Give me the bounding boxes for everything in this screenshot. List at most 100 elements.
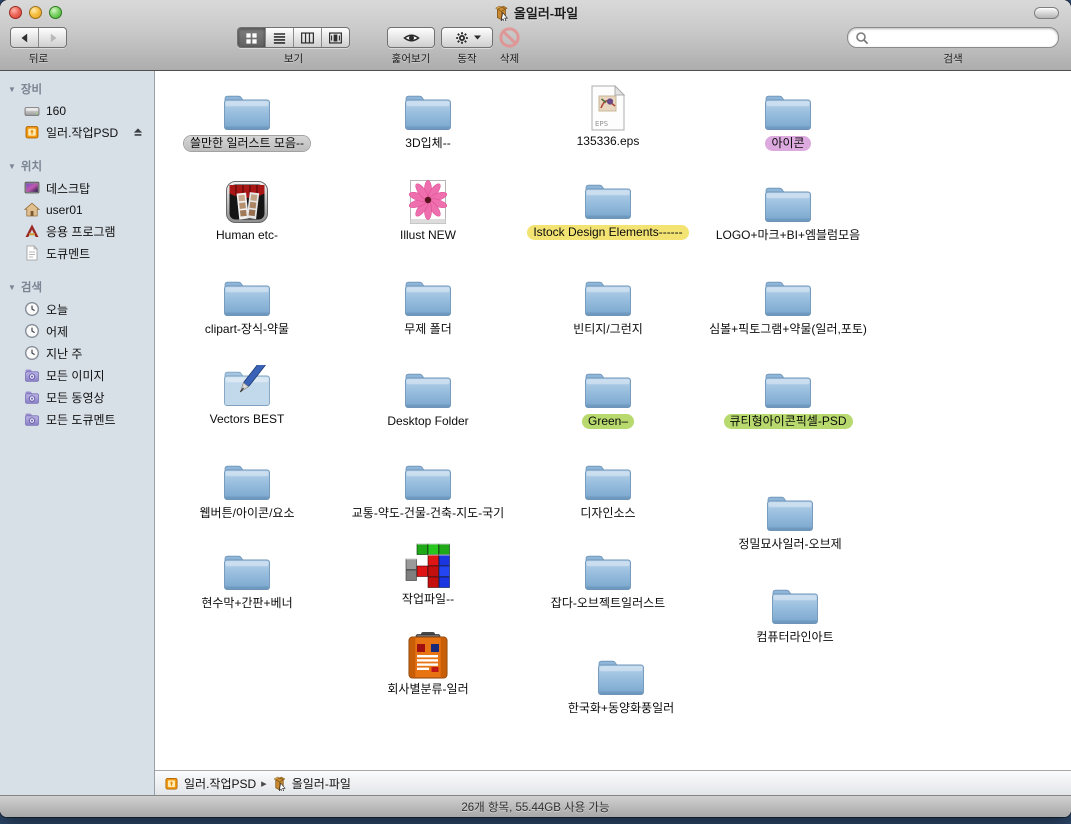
file-item[interactable]: 디자인소스 xyxy=(515,456,701,521)
orange-disk-icon xyxy=(24,124,40,140)
list-view-button[interactable] xyxy=(265,28,293,47)
file-item[interactable]: Vectors BEST xyxy=(154,362,340,427)
forward-arrow-icon xyxy=(46,31,60,45)
file-label: 135336.eps xyxy=(571,134,646,149)
path-segment-current-folder[interactable]: 올일러-파일 xyxy=(272,775,351,792)
open-box-folder-icon[interactable] xyxy=(493,5,509,21)
file-item[interactable]: 현수막+간판+베너 xyxy=(154,546,340,611)
sidebar-item-applications[interactable]: 응용 프로그램 xyxy=(0,220,154,242)
file-item[interactable]: LOGO+마크+BI+엠블럼모음 xyxy=(695,178,881,243)
file-item[interactable]: 정밀묘사일러-오브제 xyxy=(697,487,883,552)
sidebar-item-160[interactable]: 160 xyxy=(0,100,154,121)
file-item[interactable]: Human etc- xyxy=(154,178,340,243)
folder-icon xyxy=(515,272,701,319)
file-item[interactable]: 회사별분류-일러 xyxy=(335,630,521,697)
file-item[interactable]: 135336.eps xyxy=(515,84,701,149)
quicklook-group: 훑어보기 xyxy=(387,27,435,66)
back-button[interactable] xyxy=(11,28,38,47)
file-label: 컴퓨터라인아트 xyxy=(750,630,839,645)
file-label: 잡다-오브젝트일러스트 xyxy=(545,596,671,611)
sidebar-item-work-psd-disk[interactable]: 일러.작업PSD xyxy=(0,121,154,143)
file-item[interactable]: 3D입체-- xyxy=(335,86,521,151)
column-view-button[interactable] xyxy=(293,28,321,47)
minimize-button[interactable] xyxy=(29,6,42,19)
delete-button[interactable] xyxy=(498,27,521,48)
file-item[interactable]: 아이콘 xyxy=(695,86,881,151)
action-group: 동작 xyxy=(441,27,493,66)
file-label: clipart-장식-약물 xyxy=(199,322,295,337)
file-item[interactable]: 한국화+동양화풍일러 xyxy=(528,651,714,716)
list-view-icon xyxy=(272,31,287,45)
file-label: 큐티형아이콘픽셀-PSD xyxy=(724,414,853,429)
file-item[interactable]: clipart-장식-약물 xyxy=(154,272,340,337)
file-item[interactable]: 컴퓨터라인아트 xyxy=(702,580,888,645)
sidebar-section-search[interactable]: 검색 xyxy=(0,276,154,298)
file-label: Desktop Folder xyxy=(381,414,474,429)
forward-button[interactable] xyxy=(38,28,66,47)
action-button[interactable] xyxy=(442,28,492,47)
path-segment-volume[interactable]: 일러.작업PSD xyxy=(164,775,256,792)
sidebar-item-all-documents[interactable]: 모든 도큐멘트 xyxy=(0,408,154,430)
titlebar[interactable]: 올일러-파일 xyxy=(0,0,1071,22)
folder-icon xyxy=(335,272,521,319)
file-item[interactable]: 빈티지/그런지 xyxy=(515,272,701,337)
clock-icon xyxy=(24,301,40,317)
icon-view-button[interactable] xyxy=(238,28,265,47)
file-label: 교통-약도-건물-건축-지도-국기 xyxy=(346,506,510,521)
file-label: 정밀묘사일러-오브제 xyxy=(732,537,847,552)
sidebar-section-devices[interactable]: 장비 xyxy=(0,78,154,100)
applications-icon xyxy=(24,223,40,239)
sidebar-item-past-week[interactable]: 지난 주 xyxy=(0,342,154,364)
file-item[interactable]: 큐티형아이콘픽셀-PSD xyxy=(695,364,881,429)
toolbar-toggle-pill-button[interactable] xyxy=(1034,7,1059,19)
file-item[interactable]: 쓸만한 일러스트 모음-- xyxy=(154,86,340,151)
delete-group: 삭제 xyxy=(498,27,521,66)
chevron-down-icon xyxy=(474,35,481,40)
search-group: 검색 xyxy=(847,27,1059,66)
folder-icon xyxy=(515,546,701,593)
folder-icon xyxy=(695,178,881,225)
sidebar-item-yesterday[interactable]: 어제 xyxy=(0,320,154,342)
file-item[interactable]: Illust NEW xyxy=(335,178,521,243)
file-item[interactable]: 잡다-오브젝트일러스트 xyxy=(515,546,701,611)
zoom-button[interactable] xyxy=(49,6,62,19)
gear-icon xyxy=(454,30,470,46)
window-title: 올일러-파일 xyxy=(514,3,578,22)
file-item[interactable]: Desktop Folder xyxy=(335,364,521,429)
file-item[interactable]: 교통-약도-건물-건축-지도-국기 xyxy=(335,456,521,521)
sidebar-item-today[interactable]: 오늘 xyxy=(0,298,154,320)
file-item[interactable]: 웹버튼/아이콘/요소 xyxy=(154,456,340,521)
sidebar-item-all-movies[interactable]: 모든 동영상 xyxy=(0,386,154,408)
flower-image-icon xyxy=(335,178,521,225)
sidebar-item-all-images[interactable]: 모든 이미지 xyxy=(0,364,154,386)
sidebar-item-documents[interactable]: 도큐멘트 xyxy=(0,242,154,264)
quicklook-button[interactable] xyxy=(388,28,434,47)
coverflow-view-button[interactable] xyxy=(321,28,349,47)
eye-icon xyxy=(403,31,420,45)
file-label: 무제 폴더 xyxy=(398,322,458,337)
sidebar-item-home[interactable]: user01 xyxy=(0,199,154,220)
sidebar-item-desktop[interactable]: 데스크탑 xyxy=(0,177,154,199)
search-input[interactable] xyxy=(873,30,1051,46)
file-item[interactable]: 작업파일-- xyxy=(335,542,521,607)
file-label: 현수막+간판+베너 xyxy=(195,596,298,611)
eject-button[interactable] xyxy=(132,126,150,138)
column-view-icon xyxy=(300,31,315,45)
hard-drive-icon xyxy=(24,103,40,119)
file-item[interactable]: 심볼+픽토그램+약물(일러,포토) xyxy=(695,272,881,337)
folder-icon xyxy=(515,456,701,503)
icon-grid[interactable]: 쓸만한 일러스트 모음-- 3D입체-- 135336.eps 아이콘 Huma… xyxy=(155,71,1071,795)
folder-icon xyxy=(335,364,521,411)
eps-file-icon xyxy=(515,84,701,131)
toolbar: 뒤로 xyxy=(0,22,1071,71)
file-item[interactable]: 무제 폴더 xyxy=(335,272,521,337)
folder-icon xyxy=(515,364,701,411)
window-header: 올일러-파일 뒤로 xyxy=(0,0,1071,71)
document-icon xyxy=(24,245,40,261)
folder-icon xyxy=(695,272,881,319)
close-button[interactable] xyxy=(9,6,22,19)
sidebar-section-places[interactable]: 위치 xyxy=(0,155,154,177)
file-item[interactable]: Istock Design Elements------ xyxy=(515,175,701,240)
file-label: LOGO+마크+BI+엠블럼모음 xyxy=(710,228,866,243)
file-item[interactable]: Green– xyxy=(515,364,701,429)
